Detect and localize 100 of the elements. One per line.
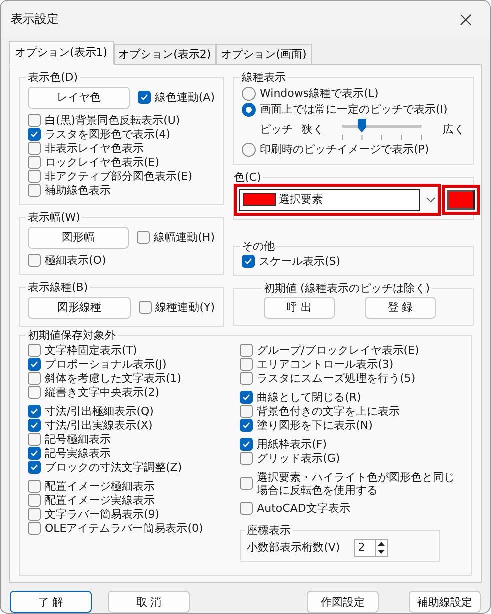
tab[interactable]: オプション(表示1)	[9, 40, 114, 65]
checkbox[interactable]	[240, 391, 254, 404]
checkbox-label: ラスタにスムーズ処理を行う(5)	[257, 372, 416, 386]
checkbox-label: OLEアイテムラバー簡易表示(0)	[45, 522, 204, 536]
checkbox-label: 極細表示(O)	[45, 254, 106, 268]
checkbox-label: ロックレイヤ色表示(E)	[45, 156, 160, 170]
check-icon	[242, 393, 252, 402]
checkbox[interactable]	[28, 419, 41, 432]
group-title: 表示色(D)	[27, 70, 80, 84]
checkbox[interactable]	[240, 452, 254, 466]
checkbox[interactable]	[138, 301, 152, 314]
group-title: 初期値 (線種表示のピッチは除く)	[263, 282, 432, 295]
checkbox[interactable]	[240, 438, 254, 452]
radio-button[interactable]	[242, 142, 256, 157]
checkbox-label: 記号実線表示	[45, 447, 111, 460]
checkbox-label: 塗り図形を下に表示(N)	[257, 419, 373, 432]
checkbox[interactable]	[28, 480, 41, 494]
checkbox[interactable]	[28, 386, 41, 400]
tab[interactable]: オプション(画面)	[216, 44, 312, 65]
dialog-button[interactable]: 了 解	[10, 591, 92, 613]
checkbox[interactable]	[240, 344, 254, 358]
setting-button[interactable]: 図形線種	[28, 296, 131, 319]
number-spinner[interactable]: 2	[354, 538, 388, 557]
dialog-button[interactable]: 補助線設定	[409, 591, 481, 613]
checkbox[interactable]	[137, 231, 150, 244]
radio-button[interactable]	[242, 102, 256, 117]
dropdown-value: 選択要素	[279, 193, 323, 206]
checkbox[interactable]	[28, 433, 41, 446]
dialog-button[interactable]: 取 消	[108, 591, 190, 613]
checkbox[interactable]	[28, 358, 41, 372]
setting-button[interactable]: 図形幅	[28, 226, 130, 249]
checkbox[interactable]	[242, 255, 255, 268]
checkbox-label: 線色連動(A)	[154, 91, 215, 104]
checkbox-label: スケール表示(S)	[259, 255, 341, 268]
checkbox[interactable]	[28, 170, 41, 184]
checkbox[interactable]	[28, 494, 41, 508]
checkbox[interactable]	[28, 405, 41, 418]
radio-button[interactable]	[242, 86, 256, 101]
checkbox[interactable]	[28, 508, 41, 522]
radio-label: Windows線種で表示(L)	[260, 87, 379, 100]
checkbox[interactable]	[28, 461, 41, 474]
checkbox-label: 非アクティブ部分図色表示(E)	[45, 170, 193, 184]
close-icon[interactable]	[460, 14, 472, 26]
checkbox[interactable]	[28, 522, 41, 536]
checkbox-label: 白(黒)背景同色反転表示(U)	[45, 114, 180, 128]
checkbox-label: 配置イメージ実線表示	[45, 494, 155, 508]
setting-button[interactable]: レイヤ色	[28, 86, 130, 109]
checkbox[interactable]	[28, 156, 41, 170]
slider-min-label: 狭く	[302, 123, 325, 136]
checkbox[interactable]	[28, 447, 41, 460]
checkbox-label: 曲線として閉じる(R)	[257, 391, 362, 404]
group-title: 表示幅(W)	[27, 210, 82, 224]
checkbox-label: ブロックの寸法文字調整(Z)	[45, 461, 182, 474]
checkbox[interactable]	[28, 184, 41, 198]
checkbox[interactable]	[138, 91, 151, 104]
spinner-value: 2	[357, 541, 366, 554]
checkbox-label: 線種連動(Y)	[156, 301, 215, 314]
tab[interactable]: オプション(表示2)	[114, 44, 216, 65]
checkbox-label: 縦書き文字中央表示(2)	[45, 386, 160, 400]
color-button[interactable]	[447, 190, 475, 210]
field-label: 小数部表示桁数(V)	[247, 541, 340, 554]
checkbox-label: 寸法/引出極細表示(Q)	[45, 405, 154, 418]
defaults-button[interactable]: 呼 出	[264, 296, 335, 319]
checkbox-label: 非表示レイヤ色表示	[45, 142, 144, 156]
checkbox[interactable]	[240, 358, 254, 372]
color-dropdown[interactable]: 選択要素	[239, 188, 420, 211]
checkbox[interactable]	[28, 372, 41, 386]
slider-max-label: 広く	[443, 123, 465, 136]
checkbox[interactable]	[28, 142, 41, 156]
group-title: その他	[241, 240, 276, 253]
checkbox-label: 配置イメージ極細表示	[45, 480, 155, 494]
check-icon	[30, 130, 39, 140]
checkbox-label: 補助線色表示	[45, 184, 111, 198]
checkbox-label: 記号極細表示	[45, 433, 111, 446]
check-icon	[140, 93, 149, 102]
checkbox-label: エリアコントロール表示(3)	[257, 358, 394, 372]
group-title: 座標表示	[246, 524, 292, 537]
checkbox-label: 線幅連動(H)	[154, 231, 215, 244]
checkbox-label: 文字枠固定表示(T)	[45, 344, 138, 358]
checkbox[interactable]	[28, 254, 41, 268]
group-title: 初期値保存対象外	[27, 328, 117, 342]
checkbox[interactable]	[28, 114, 41, 128]
checkbox[interactable]	[240, 405, 254, 418]
checkbox[interactable]	[240, 477, 254, 490]
checkbox-label: 斜体を考慮した文字表示(1)	[45, 372, 182, 386]
defaults-button[interactable]: 登 録	[365, 296, 436, 319]
check-icon	[244, 257, 253, 266]
checkbox[interactable]	[240, 419, 254, 432]
radio-label: 印刷時のピッチイメージで表示(P)	[260, 143, 430, 156]
radio-label: 画面上では常に一定のピッチで表示(I)	[260, 103, 448, 116]
checkbox[interactable]	[240, 502, 254, 516]
window-title: 表示設定	[11, 11, 59, 28]
checkbox-label: 用紙枠表示(F)	[257, 438, 328, 452]
slider-thumb[interactable]	[358, 118, 366, 133]
checkbox[interactable]	[240, 372, 254, 386]
checkbox-label: 文字ラバー簡易表示(9)	[45, 508, 160, 522]
checkbox[interactable]	[28, 128, 41, 142]
dialog-button[interactable]: 作図設定	[307, 591, 379, 613]
checkbox[interactable]	[28, 344, 41, 358]
checkbox-label: 寸法/引出実線表示(X)	[45, 419, 153, 432]
